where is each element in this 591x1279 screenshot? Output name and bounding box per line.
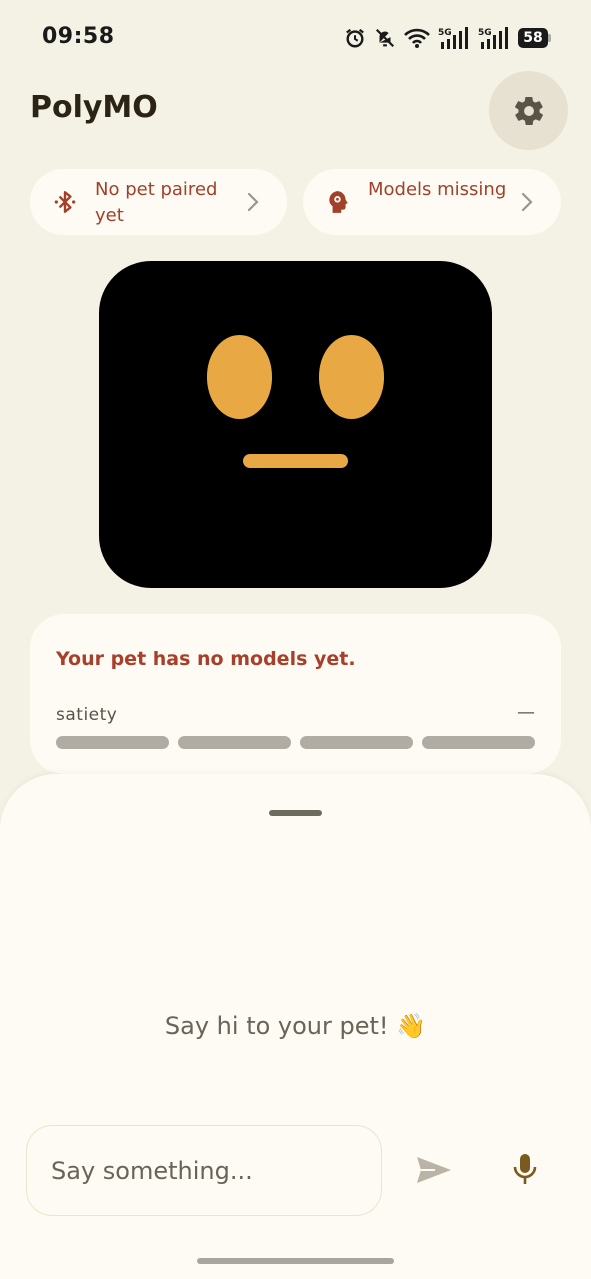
battery-level: 58: [518, 28, 548, 48]
status-time: 09:58: [42, 24, 115, 49]
svg-text:5G: 5G: [438, 28, 452, 38]
mouth: [243, 454, 348, 468]
mic-button[interactable]: [505, 1147, 545, 1191]
chat-sheet: Say hi to your pet! 👋: [0, 774, 591, 1279]
send-icon: [417, 1157, 451, 1183]
satiety-segment: [56, 736, 169, 749]
signal-5g-icon: 5G: [478, 27, 508, 49]
satiety-segment: [300, 736, 413, 749]
waving-hand-icon: 👋: [396, 1012, 427, 1040]
empty-chat-prompt: Say hi to your pet! 👋: [0, 1012, 591, 1040]
right-eye: [319, 335, 384, 419]
chevron-right-icon: [521, 192, 533, 212]
alarm-icon: [346, 28, 364, 48]
left-eye: [207, 335, 272, 419]
pet-face-display[interactable]: [99, 261, 492, 588]
models-chip[interactable]: Models missing: [303, 169, 561, 235]
battery-icon: 58: [518, 28, 551, 48]
satiety-label: satiety: [56, 705, 118, 725]
brain-gear-icon: [329, 191, 348, 213]
status-bar: 09:58 5G 5G 58: [0, 0, 591, 76]
satiety-value: —: [517, 702, 535, 723]
pet-pairing-label: No pet paired yet: [95, 179, 218, 226]
gear-icon: [514, 96, 543, 125]
status-icons: 5G 5G 58: [344, 24, 551, 52]
satiety-segment: [178, 736, 291, 749]
app-title: PolyMO: [30, 90, 158, 125]
message-input[interactable]: [26, 1125, 382, 1216]
pet-pairing-chip[interactable]: No pet paired yet: [30, 169, 287, 235]
bell-off-icon: [375, 28, 395, 48]
wifi-icon: [404, 28, 430, 48]
satiety-segment: [422, 736, 535, 749]
settings-button[interactable]: [489, 71, 568, 150]
svg-text:5G: 5G: [478, 28, 492, 38]
signal-5g-icon: 5G: [438, 27, 468, 49]
microphone-icon: [513, 1154, 537, 1184]
empty-prompt-text: Say hi to your pet!: [164, 1012, 389, 1040]
bluetooth-icon: [54, 191, 76, 213]
models-label: Models missing: [368, 179, 507, 200]
chevron-right-icon: [247, 192, 259, 212]
drag-handle[interactable]: [269, 810, 322, 816]
status-message: Your pet has no models yet.: [56, 648, 356, 670]
send-button[interactable]: [410, 1150, 458, 1190]
satiety-bar: [56, 736, 535, 749]
home-indicator[interactable]: [197, 1258, 394, 1264]
pet-status-card: Your pet has no models yet. satiety —: [30, 614, 561, 774]
